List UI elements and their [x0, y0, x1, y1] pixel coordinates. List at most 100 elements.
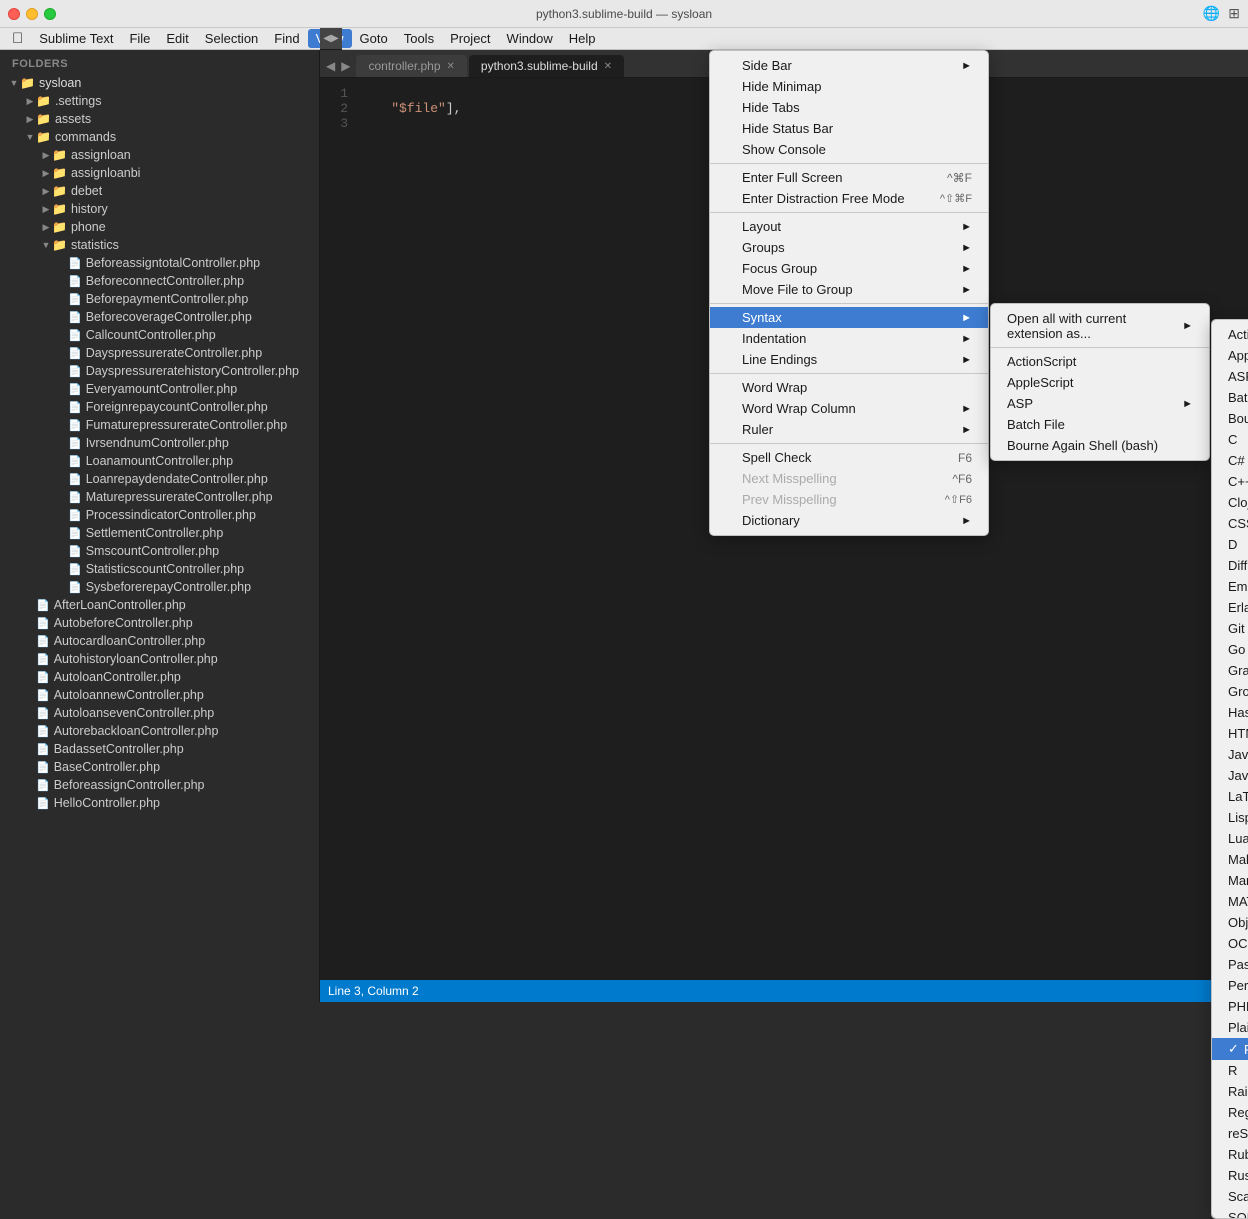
- menu-item-ruler[interactable]: Ruler ►: [710, 419, 988, 440]
- sidebar-item-loanrepaydendatecontroller[interactable]: 📄LoanrepaydendateController.php: [0, 470, 319, 488]
- lang-groovy[interactable]: Groovy: [1212, 681, 1248, 702]
- sidebar-item-processindicatorcontroller[interactable]: 📄ProcessindicatorController.php: [0, 506, 319, 524]
- lang-asp[interactable]: ASP ►: [1212, 366, 1248, 387]
- lang-regex[interactable]: Regular Expression: [1212, 1102, 1248, 1123]
- panel-toggle[interactable]: ◀▶: [320, 28, 342, 50]
- lang-scala[interactable]: Scala: [1212, 1186, 1248, 1207]
- sidebar-item-autoloannewcontroller[interactable]: 📄AutoloannewController.php: [0, 686, 319, 704]
- sidebar-item-badassetcontroller[interactable]: 📄BadassetController.php: [0, 740, 319, 758]
- lang-rails[interactable]: Rails ►: [1212, 1081, 1248, 1102]
- lang-lisp[interactable]: Lisp: [1212, 807, 1248, 828]
- lang-javascript[interactable]: JavaScript ►: [1212, 765, 1248, 786]
- lang-applescript[interactable]: AppleScript: [1212, 345, 1248, 366]
- menu-item-layout[interactable]: Layout ►: [710, 216, 988, 237]
- syntax-applescript[interactable]: AppleScript: [991, 372, 1209, 393]
- lang-erlang[interactable]: Erlang ►: [1212, 597, 1248, 618]
- lang-d[interactable]: D: [1212, 534, 1248, 555]
- lang-diff[interactable]: Diff: [1212, 555, 1248, 576]
- tab-close-icon[interactable]: ✕: [447, 61, 455, 72]
- sidebar-item-autoloancontroller[interactable]: 📄AutoloanController.php: [0, 668, 319, 686]
- lang-csharp[interactable]: C# ►: [1212, 450, 1248, 471]
- sidebar-item-history[interactable]: ▶ 📁 history: [0, 200, 319, 218]
- lang-sql[interactable]: SQL: [1212, 1207, 1248, 1219]
- menu-item-word-wrap-column[interactable]: Word Wrap Column ►: [710, 398, 988, 419]
- sidebar-item-statistics[interactable]: ▼ 📁 statistics: [0, 236, 319, 254]
- sidebar-item-ivrsendnumcontroller[interactable]: 📄IvrsendnumController.php: [0, 434, 319, 452]
- lang-actionscript[interactable]: ActionScript: [1212, 324, 1248, 345]
- menu-file[interactable]: File: [121, 29, 158, 48]
- lang-latex[interactable]: LaTeX ►: [1212, 786, 1248, 807]
- menu-item-focus-group[interactable]: Focus Group ►: [710, 258, 988, 279]
- lang-matlab[interactable]: MATLAB: [1212, 891, 1248, 912]
- menu-item-indentation[interactable]: Indentation ►: [710, 328, 988, 349]
- lang-html[interactable]: HTML ►: [1212, 723, 1248, 744]
- lang-python[interactable]: ✓ Python: [1212, 1038, 1248, 1060]
- lang-objectivec[interactable]: Objective-C ►: [1212, 912, 1248, 933]
- syntax-batch[interactable]: Batch File: [991, 414, 1209, 435]
- lang-bash[interactable]: Bourne Again Shell (bash): [1212, 408, 1248, 429]
- lang-markdown[interactable]: Markdown ►: [1212, 870, 1248, 891]
- sidebar-item-afterloancontroller[interactable]: 📄AfterLoanController.php: [0, 596, 319, 614]
- tab-close-icon[interactable]: ✕: [604, 61, 612, 72]
- line-code[interactable]: "$file"],: [360, 101, 461, 116]
- syntax-open-all[interactable]: Open all with current extension as... ►: [991, 308, 1209, 344]
- sidebar-item-basecontroller[interactable]: 📄BaseController.php: [0, 758, 319, 776]
- sidebar-item-assets[interactable]: ▶ 📁 assets: [0, 110, 319, 128]
- view-menu-dropdown[interactable]: Side Bar ► Hide Minimap Hide Tabs Hide S…: [709, 50, 989, 536]
- sidebar-item-callcountcontroller[interactable]: 📄CallcountController.php: [0, 326, 319, 344]
- lang-php[interactable]: PHP: [1212, 996, 1248, 1017]
- lang-lua[interactable]: Lua: [1212, 828, 1248, 849]
- sidebar-item-autobeforecontroller[interactable]: 📄AutobeforeController.php: [0, 614, 319, 632]
- nav-left-arrow[interactable]: ◀: [324, 59, 337, 73]
- sidebar-item-statisticscountcontroller[interactable]: 📄StatisticscountController.php: [0, 560, 319, 578]
- syntax-asp[interactable]: ASP ►: [991, 393, 1209, 414]
- lang-emmet[interactable]: Emmet: [1212, 576, 1248, 597]
- menu-item-show-console[interactable]: Show Console: [710, 139, 988, 160]
- lang-batch-file[interactable]: Batch File: [1212, 387, 1248, 408]
- menu-tools[interactable]: Tools: [396, 29, 442, 48]
- tab-python3-sublime[interactable]: python3.sublime-build ✕: [469, 55, 624, 77]
- menu-window[interactable]: Window: [499, 29, 561, 48]
- sidebar-item-dayspressureratehistorycontroller[interactable]: 📄DayspressureratehistoryController.php: [0, 362, 319, 380]
- lang-r[interactable]: R ►: [1212, 1060, 1248, 1081]
- syntax-bash[interactable]: Bourne Again Shell (bash): [991, 435, 1209, 456]
- sidebar-item-dayspressureratecontroller[interactable]: 📄DayspressurerateController.php: [0, 344, 319, 362]
- menu-item-syntax[interactable]: Syntax ► Open all with current extension…: [710, 307, 988, 328]
- menu-item-sidebar[interactable]: Side Bar ►: [710, 55, 988, 76]
- sidebar-item-phone[interactable]: ▶ 📁 phone: [0, 218, 319, 236]
- sidebar-item-loanamountcontroller[interactable]: 📄LoanamountController.php: [0, 452, 319, 470]
- lang-makefile[interactable]: Makefile: [1212, 849, 1248, 870]
- lang-cpp[interactable]: C++ ►: [1212, 471, 1248, 492]
- lang-perl[interactable]: Perl: [1212, 975, 1248, 996]
- menu-project[interactable]: Project: [442, 29, 498, 48]
- sidebar-item-fumaturepressureratecontroller[interactable]: 📄FumaturepressurerateController.php: [0, 416, 319, 434]
- lang-haskell[interactable]: Haskell ►: [1212, 702, 1248, 723]
- sidebar-item-hellocontroller[interactable]: 📄HelloController.php: [0, 794, 319, 812]
- sidebar-item-assignloan[interactable]: ▶ 📁 assignloan: [0, 146, 319, 164]
- sidebar-item-autohistoryloancontroller[interactable]: 📄AutohistoryloanController.php: [0, 650, 319, 668]
- sidebar-item-settlementcontroller[interactable]: 📄SettlementController.php: [0, 524, 319, 542]
- menu-selection[interactable]: Selection: [197, 29, 266, 48]
- menu-item-groups[interactable]: Groups ►: [710, 237, 988, 258]
- lang-graphviz[interactable]: Graphviz (DOT): [1212, 660, 1248, 681]
- sidebar-item-beforecoveragecontroller[interactable]: 📄BeforecoverageController.php: [0, 308, 319, 326]
- sidebar-item-beforeconnectcontroller[interactable]: 📄BeforeconnectController.php: [0, 272, 319, 290]
- nav-right-arrow[interactable]: ▶: [339, 59, 352, 73]
- sidebar-item-sysbeforerepaycontroller[interactable]: 📄SysbeforerepayController.php: [0, 578, 319, 596]
- sidebar-item-beforepaymentcontroller[interactable]: 📄BeforepaymentController.php: [0, 290, 319, 308]
- lang-css[interactable]: CSS: [1212, 513, 1248, 534]
- sidebar-item-sysloan[interactable]: ▼ 📁 sysloan: [0, 74, 319, 92]
- menu-find[interactable]: Find: [266, 29, 307, 48]
- language-list[interactable]: ActionScript AppleScript ASP ► Batch Fil…: [1211, 319, 1248, 1219]
- syntax-submenu[interactable]: Open all with current extension as... ► …: [990, 303, 1210, 461]
- sidebar-item-maturepressureratecontroller[interactable]: 📄MaturepressurerateController.php: [0, 488, 319, 506]
- menu-edit[interactable]: Edit: [158, 29, 196, 48]
- lang-git-formats[interactable]: Git Formats ►: [1212, 618, 1248, 639]
- lang-java[interactable]: Java ►: [1212, 744, 1248, 765]
- menu-item-word-wrap[interactable]: Word Wrap: [710, 377, 988, 398]
- menu-sublime-text[interactable]: Sublime Text: [31, 29, 121, 48]
- sidebar-item-smscountcontroller[interactable]: 📄SmscountController.php: [0, 542, 319, 560]
- sidebar-item-beforeassigncontroller[interactable]: 📄BeforeassignController.php: [0, 776, 319, 794]
- sidebar-item-autorebackloancontroller[interactable]: 📄AutorebackloanController.php: [0, 722, 319, 740]
- minimize-button[interactable]: [26, 8, 38, 20]
